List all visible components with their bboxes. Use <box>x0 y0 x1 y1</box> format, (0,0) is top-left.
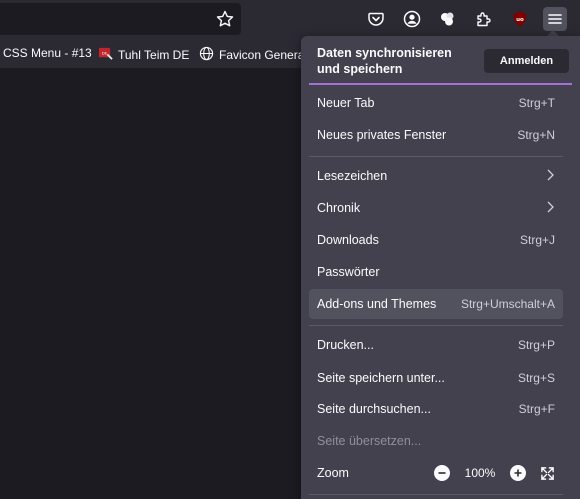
menu-item-label: Chronik <box>317 201 361 215</box>
svg-text:DE: DE <box>102 51 108 55</box>
bookmark-item[interactable]: DE Tuhl Teim DE <box>98 46 189 64</box>
menu-item-label: Add-ons und Themes <box>317 297 437 311</box>
sync-section: Daten synchronisieren und speichern Anme… <box>309 41 572 85</box>
menu-item-label: Zoom <box>317 466 349 480</box>
minus-icon <box>438 472 446 474</box>
globe-icon <box>199 46 214 64</box>
bookmark-label: CSS Menu - #13 <box>3 46 92 60</box>
hamburger-menu-button[interactable] <box>543 7 567 31</box>
save-page-item[interactable]: Seite speichern unter... Strg+S <box>309 363 563 393</box>
shortcut-label: Strg+J <box>519 233 555 247</box>
menu-item-label: Neues privates Fenster <box>317 128 447 142</box>
menu-separator <box>309 325 563 326</box>
menu-item-label: Drucken... <box>317 338 374 352</box>
menu-separator <box>309 494 563 495</box>
bookmark-label: Tuhl Teim DE <box>118 48 190 62</box>
new-tab-item[interactable]: Neuer Tab Strg+T <box>309 88 563 118</box>
find-in-page-item[interactable]: Seite durchsuchen... Strg+F <box>309 394 563 424</box>
bookmark-label: Favicon Generat <box>219 48 308 62</box>
downloads-item[interactable]: Downloads Strg+J <box>309 225 563 255</box>
fullscreen-icon[interactable] <box>540 466 555 481</box>
zoom-controls: 100% <box>434 465 555 481</box>
plus-icon <box>514 469 522 477</box>
addons-themes-item[interactable]: Add-ons und Themes Strg+Umschalt+A <box>309 289 563 319</box>
menu-item-label: Neuer Tab <box>317 96 375 110</box>
bookmark-item[interactable]: CSS Menu - #13 <box>3 46 92 60</box>
zoom-out-button[interactable] <box>434 465 450 481</box>
zoom-reset-button[interactable]: 100% <box>458 466 502 480</box>
extension-blob-icon[interactable] <box>436 7 460 31</box>
pocket-icon[interactable] <box>364 7 388 31</box>
account-icon[interactable] <box>400 7 424 31</box>
navigation-toolbar: uo <box>0 0 580 38</box>
menu-item-label: Passwörter <box>317 265 380 279</box>
shortcut-label: Strg+T <box>518 96 555 110</box>
shortcut-label: Strg+Umschalt+A <box>460 297 555 311</box>
bookmark-item[interactable]: Favicon Generat <box>199 46 308 64</box>
extensions-puzzle-icon[interactable] <box>472 7 496 31</box>
bookmarks-item[interactable]: Lesezeichen <box>309 161 563 191</box>
chevron-right-icon <box>545 169 555 184</box>
passwords-item[interactable]: Passwörter <box>309 257 563 287</box>
menu-item-label: Seite durchsuchen... <box>317 402 431 416</box>
menu-item-label: Seite speichern unter... <box>317 371 445 385</box>
print-item[interactable]: Drucken... Strg+P <box>309 330 563 360</box>
zoom-in-button[interactable] <box>510 465 526 481</box>
zoom-row: Zoom 100% <box>309 458 563 488</box>
translate-page-item: Seite übersetzen... <box>309 426 563 456</box>
shortcut-label: Strg+N <box>517 128 555 142</box>
shortcut-label: Strg+F <box>518 402 555 416</box>
ublock-origin-icon[interactable]: uo <box>508 7 532 31</box>
svg-text:uo: uo <box>516 17 524 23</box>
history-item[interactable]: Chronik <box>309 193 563 223</box>
shortcut-label: Strg+P <box>517 338 555 352</box>
menu-item-label: Seite übersetzen... <box>317 434 422 448</box>
menu-separator <box>309 156 563 157</box>
menu-item-label: Lesezeichen <box>317 169 388 183</box>
menu-item-label: Downloads <box>317 233 379 247</box>
shortcut-label: Strg+S <box>517 371 555 385</box>
bookmark-star-icon[interactable] <box>215 9 235 29</box>
chevron-right-icon <box>545 201 555 216</box>
tuhl-teim-favicon-icon: DE <box>98 46 113 64</box>
url-bar[interactable] <box>0 3 241 35</box>
new-private-window-item[interactable]: Neues privates Fenster Strg+N <box>309 120 563 150</box>
sync-title: Daten synchronisieren und speichern <box>317 46 452 76</box>
sign-in-button[interactable]: Anmelden <box>484 49 569 73</box>
app-menu-panel: Daten synchronisieren und speichern Anme… <box>301 36 580 499</box>
